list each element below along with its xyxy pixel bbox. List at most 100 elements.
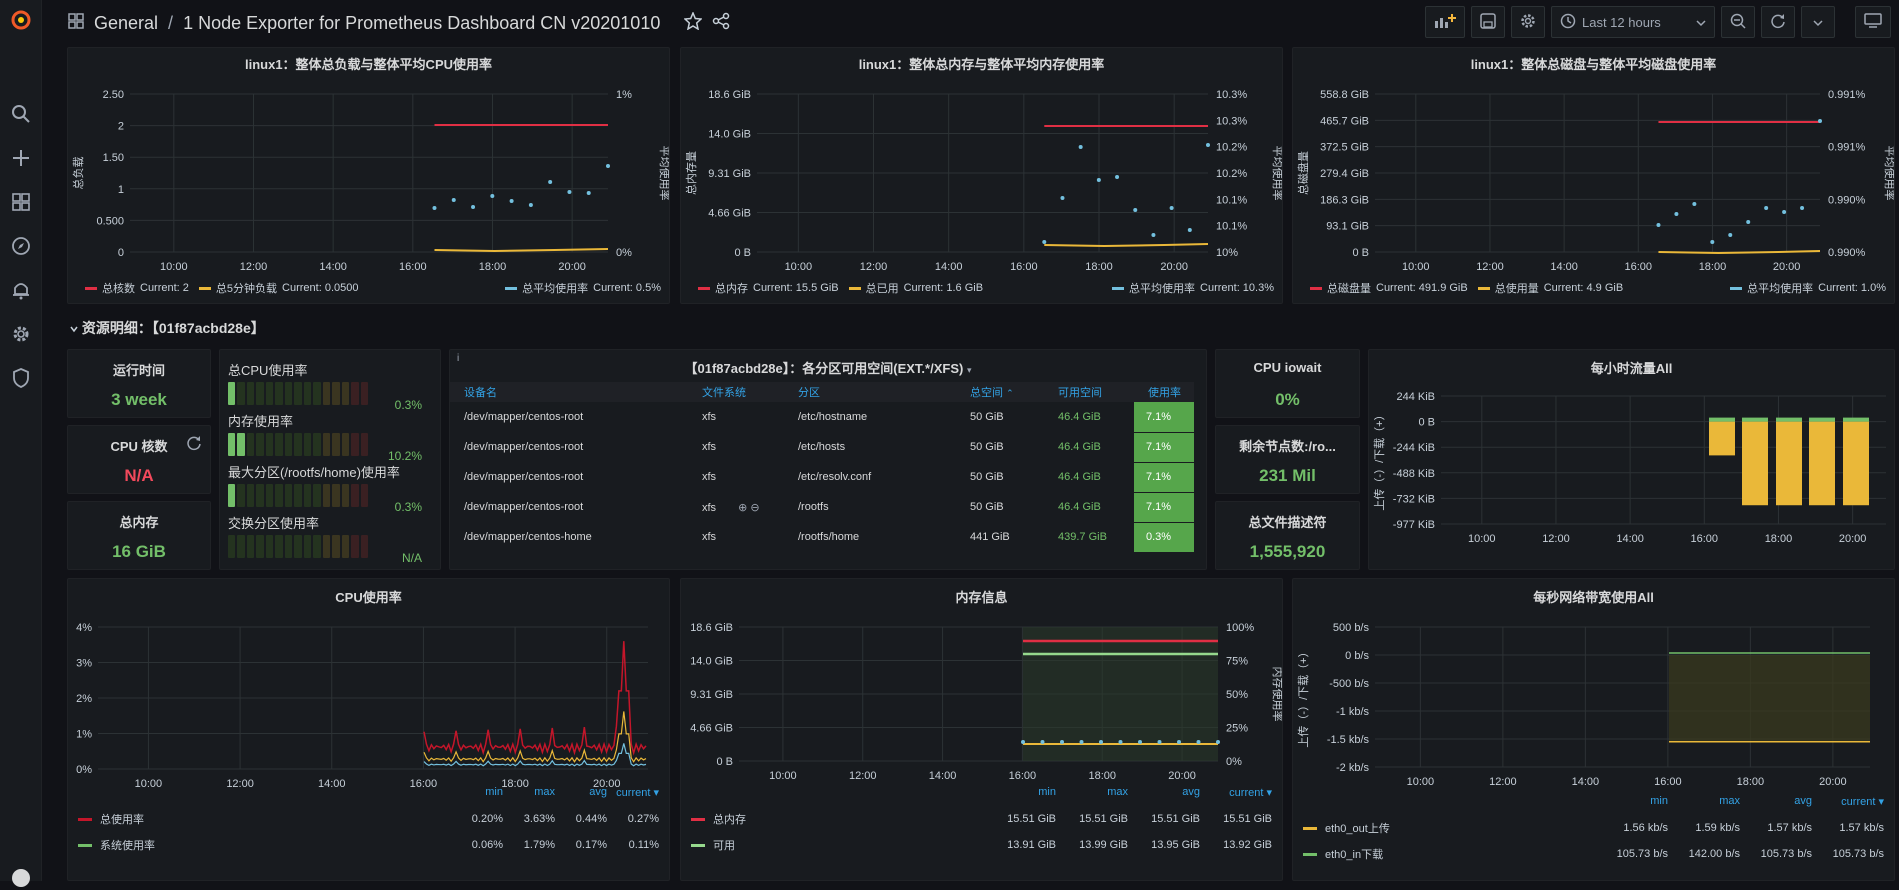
panel-usage-gauges[interactable]: 总CPU使用率 0.3% 内存使用率 10.2% 最大分区(/rootfs/ho…	[219, 349, 441, 570]
legend-column-min[interactable]: min	[451, 786, 503, 806]
save-dashboard-button[interactable]	[1471, 6, 1505, 38]
legend-column-min[interactable]: min	[984, 786, 1056, 806]
panel-disk-total[interactable]: linux1：整体总磁盘与整体平均磁盘使用率 558.8 GiB 465.7 Gi…	[1292, 47, 1895, 304]
table-row[interactable]: /dev/mapper/centos-root xfs/etc/hosts 50 G…	[450, 432, 1194, 463]
search-icon[interactable]	[9, 102, 33, 126]
x-tick-label: 20:00	[1773, 261, 1801, 273]
gauge-label: 最大分区(/rootfs/home)使用率	[228, 465, 400, 480]
table-row[interactable]: /dev/mapper/centos-root xfs ⊕ ⊖/rootfs 50 G…	[450, 492, 1194, 523]
column-header-mount[interactable]: 分区	[784, 382, 956, 402]
explore-compass-icon[interactable]	[9, 234, 33, 258]
series-line-yellow	[1658, 250, 1821, 255]
gauge-label: 交换分区使用率	[228, 516, 320, 531]
series-point-blue	[606, 164, 610, 168]
legend-column-current[interactable]: current ▾	[1200, 786, 1272, 806]
legend-column-avg[interactable]: avg	[1740, 795, 1812, 815]
x-tick-label: 16:00	[399, 261, 427, 273]
traffic-bar-download	[1809, 417, 1835, 422]
legend-column-avg[interactable]: avg	[555, 786, 607, 806]
breadcrumb-folder[interactable]: General	[94, 13, 158, 34]
panel-title[interactable]: 【01f87acbd28e】：各分区可用空间(EXT.*/XFS) ▾	[450, 358, 1206, 377]
x-tick-label: 18:00	[1088, 770, 1116, 782]
column-header-used[interactable]: 使用率	[1134, 382, 1194, 402]
panel-cpu-load[interactable]: linux1：整体总负载与整体平均CPU使用率 2.50 2 1.50 1 0.500 0…	[67, 47, 670, 304]
legend-column-current[interactable]: current ▾	[1812, 795, 1884, 815]
column-header-device[interactable]: 设备名	[450, 382, 688, 402]
panel-file-descriptors[interactable]: 总文件描述符 1,555,920	[1215, 501, 1360, 570]
panel-uptime[interactable]: 运行时间 3 week	[67, 349, 211, 418]
legend-series-name: 总内存	[713, 814, 746, 826]
legend-item[interactable]: 总磁盘量 Current: 491.9 GiB	[1310, 280, 1468, 296]
table-row[interactable]: /dev/mapper/centos-root xfs/etc/hostname 5…	[450, 402, 1194, 433]
traffic-bar-upload	[1742, 421, 1768, 506]
legend-item[interactable]: 总核数 Current: 2	[85, 280, 189, 296]
panel-mem-total[interactable]: linux1：整体总内存与整体平均内存使用率 18.6 GiB 14.0 GiB 9…	[680, 47, 1283, 304]
gauge-segment	[246, 433, 255, 456]
column-header-avail[interactable]: 可用空间	[1044, 382, 1134, 402]
column-header-size[interactable]: 总空间 ⌃	[956, 382, 1044, 402]
panel-inodes[interactable]: 剩余节点数:/ro... 231 Mil	[1215, 425, 1360, 494]
legend-row[interactable]: 系统使用率 0.06% 1.79% 0.17% 0.11%	[78, 832, 659, 858]
legend-item[interactable]: 总平均使用率 Current: 10.3%	[1112, 280, 1274, 296]
gauge-segment	[265, 484, 274, 507]
refresh-interval-dropdown[interactable]	[1801, 6, 1835, 38]
shield-icon[interactable]	[9, 366, 33, 390]
panel-hourly-traffic[interactable]: 每小时流量All 244 KiB 0 B -244 KiB -488 KiB -732 …	[1368, 349, 1895, 570]
legend-item[interactable]: 总平均使用率 Current: 1.0%	[1730, 280, 1886, 296]
legend-value-max: 13.99 GiB	[1079, 839, 1128, 851]
panel-cpu-cores[interactable]: CPU 核数 N/A	[67, 425, 211, 494]
panel-network[interactable]: 每秒网络带宽使用All 500 b/s 0 b/s -500 b/s -1 kb/s -…	[1292, 578, 1895, 881]
dashboards-icon[interactable]	[9, 190, 33, 214]
time-picker-button[interactable]: Last 12 hours	[1551, 6, 1715, 38]
x-tick-label: 12:00	[1476, 261, 1504, 273]
zoom-out-button[interactable]	[1721, 6, 1755, 38]
star-icon[interactable]	[683, 11, 704, 35]
legend-column-max[interactable]: max	[1056, 786, 1128, 806]
panel-cpu-iowait[interactable]: CPU iowait 0%	[1215, 349, 1360, 418]
cell-used: 0.3%	[1134, 522, 1194, 553]
plus-icon[interactable]	[9, 146, 33, 170]
legend-row[interactable]: eth0_out上传 1.56 kb/s 1.59 kb/s 1.57 kb/s 1.5…	[1303, 815, 1884, 841]
refresh-button[interactable]	[1761, 6, 1795, 38]
legend-item[interactable]: 总5分钟负载 Current: 0.0500	[198, 280, 358, 296]
legend-item[interactable]: 总内存 Current: 15.5 GiB	[698, 280, 839, 296]
zoom-icons[interactable]: ⊕ ⊖	[738, 502, 760, 514]
refresh-icon[interactable]	[186, 435, 202, 454]
panel-total-memory[interactable]: 总内存 16 GiB	[67, 501, 211, 570]
legend-row[interactable]: 可用 13.91 GiB 13.99 GiB 13.95 GiB 13.92 GiB	[691, 832, 1272, 858]
grafana-logo-icon[interactable]	[9, 8, 33, 32]
table-row[interactable]: /dev/mapper/centos-home xfs/rootfs/home 44…	[450, 522, 1194, 553]
row-header-resource-detail[interactable]: 资源明细：【01f87acbd28e】	[70, 318, 265, 338]
settings-gear-icon[interactable]	[9, 322, 33, 346]
legend-row[interactable]: 总内存 15.51 GiB 15.51 GiB 15.51 GiB 15.51 GiB	[691, 806, 1272, 832]
panel-partitions[interactable]: i 【01f87acbd28e】：各分区可用空间(EXT.*/XFS) ▾ 设备…	[449, 349, 1207, 570]
table-row[interactable]: /dev/mapper/centos-root xfs/etc/resolv.co…	[450, 462, 1194, 493]
legend-column-max[interactable]: max	[1668, 795, 1740, 815]
dashboard-title[interactable]: 1 Node Exporter for Prometheus Dashboard…	[183, 13, 660, 34]
legend-column-max[interactable]: max	[503, 786, 555, 806]
alerting-bell-icon[interactable]	[9, 278, 33, 302]
legend-series-name: eth0_out上传	[1325, 823, 1390, 835]
user-avatar-icon[interactable]	[9, 866, 33, 890]
y-tick-label: -500 b/s	[1329, 678, 1369, 690]
legend-row[interactable]: 总使用率 0.20% 3.63% 0.44% 0.27%	[78, 806, 659, 832]
panel-cpu-usage[interactable]: CPU使用率 4% 3% 2% 1% 0% 10:00 12:00 14:00 16:00 18:…	[67, 578, 670, 881]
tv-mode-button[interactable]	[1855, 6, 1891, 38]
panel-mem-info[interactable]: 内存信息 18.6 GiB 14.0 GiB 9.31 GiB 4.66 GiB 0 B…	[680, 578, 1283, 881]
x-tick-label: 10:00	[160, 261, 188, 273]
add-panel-button[interactable]	[1425, 6, 1465, 38]
legend-item[interactable]: 总平均使用率 Current: 0.5%	[505, 280, 661, 296]
gauge-value: 0.3%	[394, 500, 422, 514]
legend-row[interactable]: eth0_in下载 105.73 b/s 142.00 b/s 105.73 b/s 1…	[1303, 841, 1884, 867]
column-header-fs[interactable]: 文件系统	[688, 382, 784, 402]
y-tick-label: 1%	[76, 729, 92, 741]
legend-item[interactable]: 总已用 Current: 1.6 GiB	[848, 280, 983, 296]
dashboard-settings-button[interactable]	[1511, 6, 1545, 38]
legend-item[interactable]: 总使用量 Current: 4.9 GiB	[1477, 280, 1623, 296]
legend-column-min[interactable]: min	[1596, 795, 1668, 815]
legend-column-current[interactable]: current ▾	[607, 786, 659, 806]
traffic-bar-upload	[1776, 421, 1802, 506]
legend-column-avg[interactable]: avg	[1128, 786, 1200, 806]
gauge-segment	[360, 484, 369, 507]
share-icon[interactable]	[712, 12, 730, 35]
